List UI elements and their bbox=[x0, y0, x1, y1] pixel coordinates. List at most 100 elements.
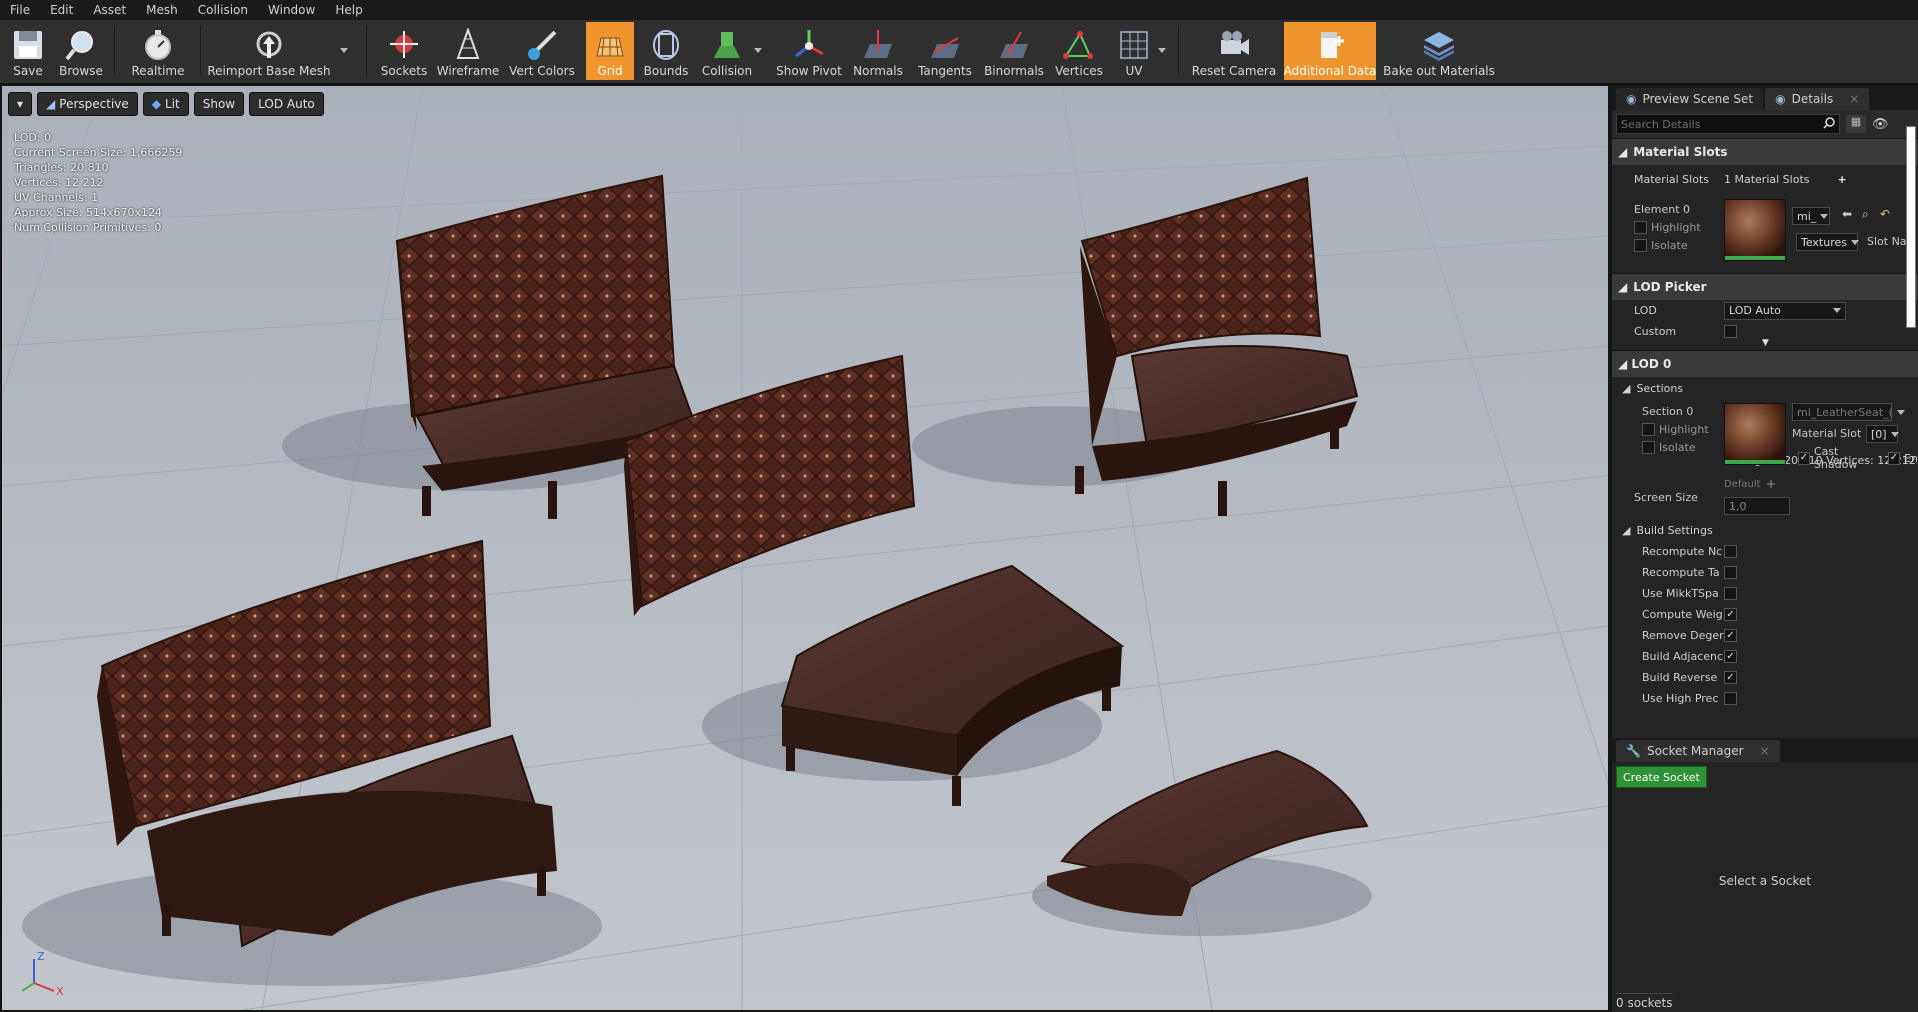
highlight-checkbox[interactable] bbox=[1634, 221, 1647, 234]
section-highlight-label: Highlight bbox=[1659, 423, 1709, 436]
perspective-button[interactable]: ◢ Perspective bbox=[37, 92, 138, 116]
reimport-base-mesh-button[interactable]: Reimport Base Mesh bbox=[207, 22, 331, 80]
stat-lod: LOD: 0 bbox=[14, 131, 52, 144]
section-material-combo[interactable]: mi_LeatherSeat_( bbox=[1792, 403, 1905, 421]
add-material-slot-icon[interactable]: + bbox=[1838, 173, 1847, 186]
close-icon[interactable]: × bbox=[1760, 744, 1770, 758]
isolate-checkbox-row[interactable]: Isolate bbox=[1634, 239, 1688, 252]
property-matrix-icon[interactable]: ▦ bbox=[1846, 115, 1866, 133]
eye-icon[interactable]: 👁 bbox=[1872, 117, 1889, 132]
search-details-input[interactable]: Search Details bbox=[1616, 114, 1840, 134]
uv-dropdown-arrow[interactable] bbox=[1158, 48, 1166, 53]
lit-button[interactable]: ◆ Lit bbox=[142, 92, 189, 116]
cast-shadow-row[interactable]: ✓ Cast Shadow ✓ En bbox=[1798, 445, 1918, 471]
lod0-title-group: ◢ LOD 0 bbox=[1618, 357, 1671, 371]
material-slots-header[interactable]: ◢ Material Slots bbox=[1612, 138, 1918, 165]
additional-data-button[interactable]: Additional Data bbox=[1284, 22, 1376, 80]
menu-collision[interactable]: Collision bbox=[188, 0, 258, 20]
textures-combo[interactable]: Textures bbox=[1796, 233, 1859, 251]
add-screen-size-icon[interactable]: + bbox=[1766, 477, 1776, 491]
screen-size-input[interactable]: 1,0 bbox=[1724, 497, 1790, 515]
reset-camera-button[interactable]: Reset Camera bbox=[1192, 22, 1276, 80]
lod-picker-header[interactable]: ◢ LOD Picker bbox=[1612, 273, 1918, 300]
section-isolate-checkbox[interactable] bbox=[1642, 441, 1655, 454]
enable-label: En bbox=[1904, 451, 1918, 465]
browse-material-icon[interactable]: ⌕ bbox=[1862, 207, 1869, 222]
build-setting-checkbox[interactable]: ✓ bbox=[1724, 608, 1737, 621]
uv-button[interactable]: UV bbox=[1112, 22, 1156, 80]
save-label: Save bbox=[13, 64, 43, 78]
isolate-checkbox[interactable] bbox=[1634, 239, 1647, 252]
show-pivot-button[interactable]: Show Pivot bbox=[774, 22, 844, 80]
highlight-checkbox-row[interactable]: Highlight bbox=[1634, 221, 1701, 234]
select-socket-hint: Select a Socket bbox=[1718, 874, 1812, 888]
build-setting-checkbox[interactable] bbox=[1724, 692, 1737, 705]
screen-size-row: Screen Size Default + 1,0 bbox=[1612, 477, 1918, 519]
lod-combo[interactable]: LOD Auto bbox=[1724, 301, 1846, 320]
screen-size-label: Screen Size bbox=[1634, 491, 1698, 504]
bounds-button[interactable]: Bounds bbox=[642, 22, 690, 80]
create-socket-button[interactable]: Create Socket bbox=[1616, 766, 1707, 788]
custom-checkbox-wrap bbox=[1724, 325, 1737, 338]
material-slot-combo[interactable]: [0] bbox=[1866, 425, 1899, 443]
menu-file[interactable]: File bbox=[0, 0, 40, 20]
tab-details[interactable]: ◉ Details × bbox=[1765, 88, 1870, 110]
material-thumbnail[interactable] bbox=[1724, 199, 1786, 261]
sections-header[interactable]: ◢ Sections bbox=[1612, 377, 1918, 399]
vertices-button[interactable]: Vertices bbox=[1054, 22, 1104, 80]
build-settings-header[interactable]: ◢ Build Settings bbox=[1612, 519, 1918, 541]
enable-collision-checkbox[interactable]: ✓ bbox=[1888, 451, 1901, 465]
section-material-thumbnail[interactable] bbox=[1724, 403, 1786, 465]
material-slots-title: Material Slots bbox=[1633, 145, 1728, 159]
section-isolate-row[interactable]: Isolate bbox=[1642, 441, 1696, 454]
build-setting-label: Recompute Ta bbox=[1642, 566, 1720, 579]
collision-dropdown-arrow[interactable] bbox=[754, 48, 762, 53]
build-setting-checkbox[interactable]: ✓ bbox=[1724, 650, 1737, 663]
material-combo[interactable]: mi_ bbox=[1792, 207, 1830, 225]
menu-help[interactable]: Help bbox=[325, 0, 372, 20]
cast-shadow-checkbox[interactable]: ✓ bbox=[1798, 451, 1810, 465]
build-setting-checkbox[interactable] bbox=[1724, 545, 1737, 558]
custom-checkbox[interactable] bbox=[1724, 325, 1737, 338]
section-highlight-checkbox[interactable] bbox=[1642, 423, 1655, 436]
chevron-down-icon bbox=[1896, 409, 1905, 415]
menu-bar: File Edit Asset Mesh Collision Window He… bbox=[0, 0, 1918, 20]
viewport[interactable]: ▾ ◢ Perspective ◆ Lit Show LOD Auto LOD:… bbox=[2, 86, 1608, 1010]
build-setting-checkbox[interactable] bbox=[1724, 587, 1737, 600]
normals-button[interactable]: Normals bbox=[852, 22, 904, 80]
build-setting-row: Build Reverse ✓ bbox=[1612, 667, 1918, 688]
tab-preview-scene-set[interactable]: ◉ Preview Scene Set bbox=[1616, 88, 1764, 110]
toolbar-separator bbox=[1178, 26, 1179, 76]
section-highlight-row[interactable]: Highlight bbox=[1642, 423, 1709, 436]
menu-edit[interactable]: Edit bbox=[40, 0, 83, 20]
wireframe-button[interactable]: Wireframe bbox=[437, 22, 499, 80]
menu-asset[interactable]: Asset bbox=[83, 0, 136, 20]
build-setting-checkbox[interactable]: ✓ bbox=[1724, 671, 1737, 684]
bake-out-materials-button[interactable]: Bake out Materials bbox=[1383, 22, 1495, 80]
build-setting-checkbox[interactable] bbox=[1724, 566, 1737, 579]
show-button[interactable]: Show bbox=[193, 92, 245, 116]
grid-button[interactable]: Grid bbox=[586, 22, 634, 80]
expand-arrow-icon[interactable]: ▼ bbox=[1762, 338, 1769, 348]
collision-button[interactable]: Collision bbox=[700, 22, 754, 80]
close-icon[interactable]: × bbox=[1849, 92, 1859, 106]
binormals-button[interactable]: Binormals bbox=[984, 22, 1044, 80]
lod0-header[interactable]: ◢ LOD 0 bbox=[1612, 350, 1918, 377]
normals-label: Normals bbox=[853, 64, 903, 78]
menu-mesh[interactable]: Mesh bbox=[136, 0, 188, 20]
build-setting-checkbox[interactable]: ✓ bbox=[1724, 629, 1737, 642]
section-0-label: Section 0 bbox=[1642, 405, 1694, 418]
lod-auto-button[interactable]: LOD Auto bbox=[249, 92, 324, 116]
tangents-button[interactable]: Tangents bbox=[914, 22, 976, 80]
realtime-button[interactable]: Realtime bbox=[128, 22, 188, 80]
viewport-options-button[interactable]: ▾ bbox=[8, 92, 33, 116]
tab-socket-manager[interactable]: 🔧 Socket Manager × bbox=[1616, 740, 1780, 762]
sockets-button[interactable]: Sockets bbox=[378, 22, 430, 80]
menu-window[interactable]: Window bbox=[258, 0, 325, 20]
vert-colors-button[interactable]: Vert Colors bbox=[508, 22, 576, 80]
reimport-dropdown-arrow[interactable] bbox=[340, 48, 348, 53]
browse-button[interactable]: Browse bbox=[56, 22, 106, 80]
use-selected-arrow-icon[interactable]: ⬅ bbox=[1842, 207, 1852, 221]
save-button[interactable]: Save bbox=[6, 22, 50, 80]
reset-to-default-icon[interactable]: ↶ bbox=[1880, 207, 1890, 221]
